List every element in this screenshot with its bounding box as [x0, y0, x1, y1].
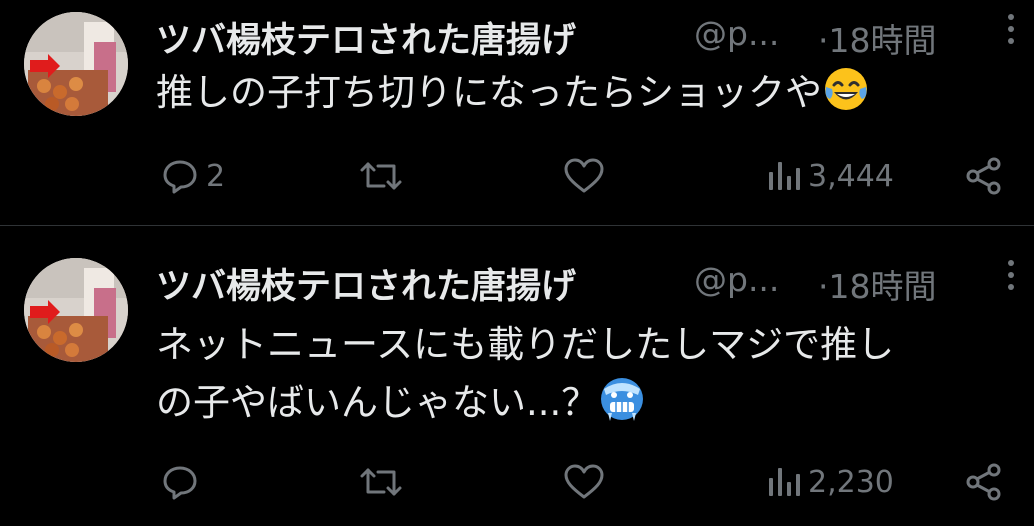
like-button[interactable]: [562, 460, 612, 504]
share-button[interactable]: [964, 154, 1004, 198]
retweet-button[interactable]: [358, 460, 410, 504]
reply-count: 2: [206, 158, 226, 194]
cold-face-icon: [601, 378, 644, 421]
share-icon: [966, 157, 1001, 195]
user-handle[interactable]: @p...: [694, 14, 779, 53]
tweet-actions: 2,230: [0, 460, 1034, 504]
retweet-button[interactable]: [358, 154, 410, 198]
face-with-tears-of-joy-icon: [825, 68, 867, 110]
views-count: 3,444: [808, 158, 894, 194]
views-button[interactable]: 3,444: [766, 154, 894, 198]
avatar[interactable]: [24, 12, 128, 116]
tweet-header: ツバ楊枝テロされた唐揚げ @p... ·18時間: [156, 252, 1034, 308]
share-button[interactable]: [964, 460, 1004, 504]
tweet-text: 推しの子打ち切りになったらショックや: [156, 64, 1016, 122]
reply-icon: [163, 160, 197, 194]
avatar[interactable]: [24, 258, 128, 362]
views-button[interactable]: 2,230: [766, 460, 894, 504]
views-icon: [769, 468, 800, 496]
retweet-icon: [360, 162, 402, 190]
views-count: 2,230: [808, 464, 894, 500]
like-icon: [564, 464, 604, 499]
reply-button[interactable]: 2: [160, 154, 225, 198]
like-button[interactable]: [562, 154, 612, 198]
tweet-text-line-container: の子やばいんじゃない...？: [156, 374, 1016, 432]
timestamp[interactable]: ·18時間: [818, 260, 936, 308]
tweet-text: ネットニュースにも載りだしたしマジで推し の子やばいんじゃない...？: [156, 316, 1016, 432]
display-name[interactable]: ツバ楊枝テロされた唐揚げ: [156, 12, 576, 63]
tweet-text-line: の子やばいんじゃない...？: [156, 381, 599, 424]
like-icon: [564, 158, 604, 193]
more-icon[interactable]: [1004, 260, 1018, 300]
more-icon[interactable]: [1004, 14, 1018, 54]
avatar-image: [24, 12, 128, 116]
tweet-actions: 2 3,444: [0, 154, 1034, 198]
views-icon: [769, 162, 800, 190]
tweet-text-line: ネットニュースにも載りだしたしマジで推し: [156, 323, 895, 366]
retweet-icon: [360, 468, 402, 496]
user-handle[interactable]: @p...: [694, 260, 779, 299]
tweet-text-content: 推しの子打ち切りになったらショックや: [156, 71, 822, 114]
display-name[interactable]: ツバ楊枝テロされた唐揚げ: [156, 258, 576, 309]
reply-button[interactable]: [160, 460, 206, 504]
tweet-header: ツバ楊枝テロされた唐揚げ @p... ·18時間: [156, 6, 1034, 62]
avatar-image: [24, 258, 128, 362]
share-icon: [966, 463, 1001, 501]
tweet[interactable]: ツバ楊枝テロされた唐揚げ @p... ·18時間 推しの子打ち切りになったらショ…: [0, 0, 1034, 226]
timestamp[interactable]: ·18時間: [818, 14, 936, 62]
tweet[interactable]: ツバ楊枝テロされた唐揚げ @p... ·18時間 ネットニュースにも載りだしたし…: [0, 226, 1034, 526]
reply-icon: [163, 466, 197, 500]
